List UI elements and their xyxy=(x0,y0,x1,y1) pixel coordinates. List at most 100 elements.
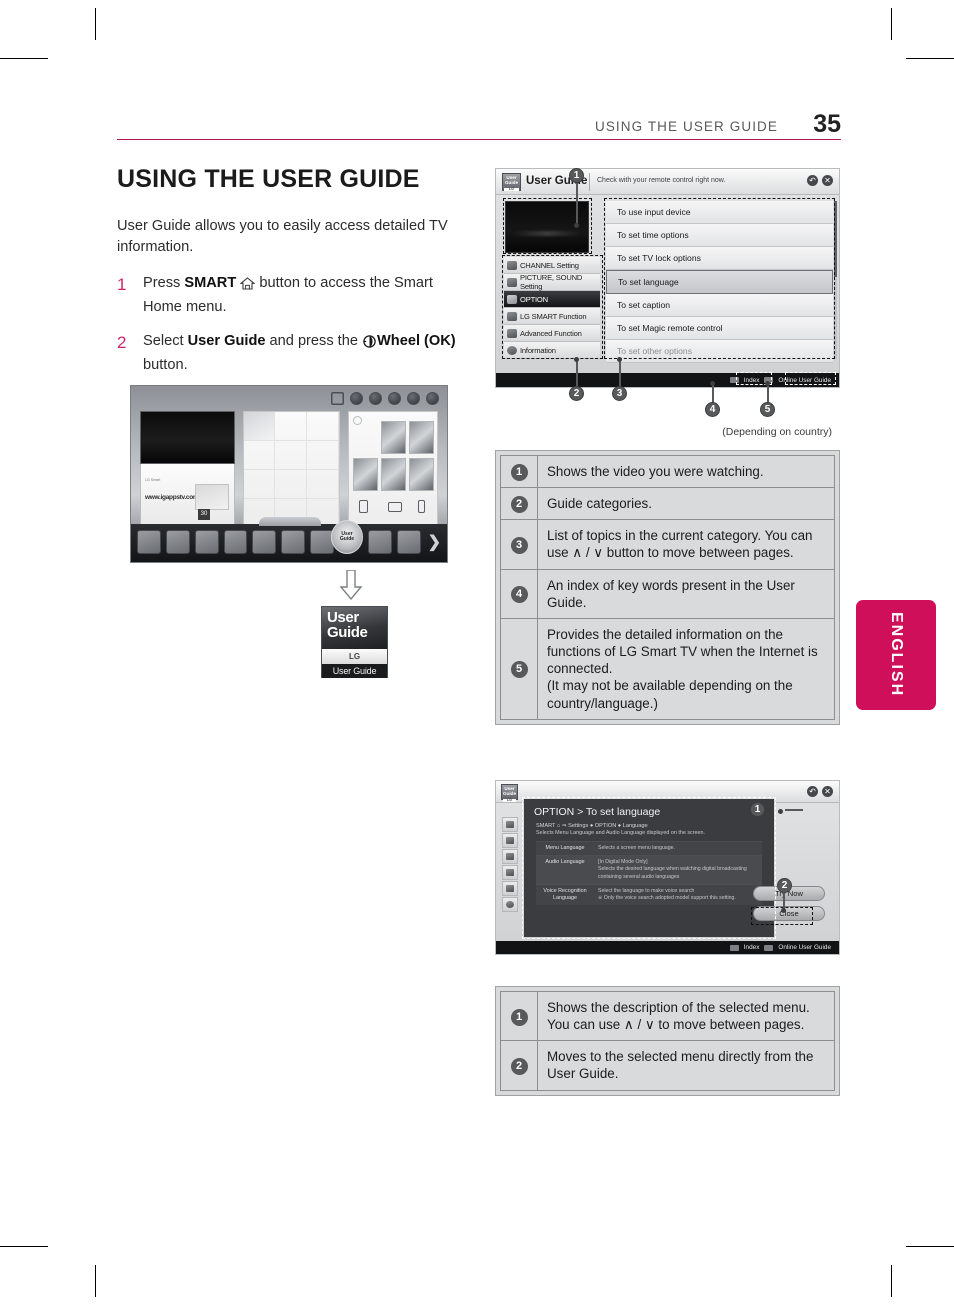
rail-item[interactable] xyxy=(502,897,518,912)
dock-next-arrow[interactable]: ❯ xyxy=(428,532,441,552)
dock-user-guide-app[interactable]: User Guide xyxy=(331,520,363,554)
promo-badge: 30 xyxy=(198,509,210,520)
leader-5 xyxy=(767,384,769,404)
smart-home-dock: ❯ User Guide xyxy=(131,517,447,562)
topic-item[interactable]: To set time options xyxy=(606,224,833,247)
tv-subtitle: Check with your remote control right now… xyxy=(597,177,726,184)
promo-text: www.igappstv.com xyxy=(145,494,199,501)
rail-item[interactable] xyxy=(502,817,518,832)
user-guide-tile[interactable]: User Guide LG User Guide xyxy=(321,606,388,678)
topic-item[interactable]: To set caption xyxy=(606,294,833,317)
tv-screenshot-2-wrapper: User Guide LG ↶ ✕ OPTION > To set langua… xyxy=(495,780,840,955)
satellite-icon xyxy=(506,821,514,828)
dock-apps: ❯ xyxy=(137,530,441,554)
legend-number-cell: 2 xyxy=(500,1040,538,1091)
step-1-bold: SMART xyxy=(184,275,237,292)
legend-row: 1 Shows the description of the selected … xyxy=(500,990,835,1042)
topic-item[interactable]: To use input device xyxy=(606,201,833,224)
leader-dot-3 xyxy=(617,357,622,362)
dock-app[interactable] xyxy=(194,530,219,554)
smart-home-panel-live: LG Smart www.igappstv.com 30 xyxy=(140,411,235,529)
footer-index-label[interactable]: Index xyxy=(744,944,760,951)
close-icon xyxy=(426,392,439,405)
legend-number: 1 xyxy=(510,1008,528,1026)
legend-text: List of topics in the current category. … xyxy=(537,519,835,570)
legend-number-cell: 2 xyxy=(500,487,538,521)
smart-tv-icon xyxy=(507,311,517,321)
dock-app[interactable] xyxy=(252,530,277,554)
legend-number: 5 xyxy=(510,661,528,679)
footer-online-guide-label[interactable]: Online User Guide xyxy=(778,944,831,951)
category-picture-sound-setting[interactable]: PICTURE, SOUND Setting xyxy=(504,273,600,291)
dock-app[interactable] xyxy=(396,530,421,554)
legend-row: 3 List of topics in the current category… xyxy=(500,519,835,570)
titlebar-divider xyxy=(589,173,590,191)
step-2-mid: and press the xyxy=(265,332,363,349)
dialog-table-value: Selects a screen menu language. xyxy=(594,840,762,856)
category-lg-smart-function[interactable]: LG SMART Function xyxy=(504,308,600,325)
leader-dot-d1 xyxy=(778,809,783,814)
intro-paragraph: User Guide allows you to easily access d… xyxy=(117,218,448,255)
leader-4 xyxy=(712,384,714,404)
leader-dot-4 xyxy=(710,381,715,386)
rail-item[interactable] xyxy=(502,865,518,880)
category-information[interactable]: Information xyxy=(504,342,600,359)
toolbox-icon xyxy=(506,885,514,892)
category-channel-setting[interactable]: CHANNEL Setting xyxy=(504,257,600,274)
rail-item[interactable] xyxy=(502,833,518,848)
callout-3: 3 xyxy=(612,386,627,401)
dock-app[interactable] xyxy=(223,530,248,554)
legend-number-cell: 5 xyxy=(500,617,538,720)
footer-online-guide-label[interactable]: Online User Guide xyxy=(778,377,831,384)
rail-item[interactable] xyxy=(502,849,518,864)
lg-logo: LG xyxy=(322,649,387,664)
dialog-table-row: Voice Recognition Language Select the la… xyxy=(536,883,762,906)
dock-handle[interactable] xyxy=(259,517,321,526)
smart-home-topbar xyxy=(331,392,439,405)
topic-item[interactable]: To set TV lock options xyxy=(606,247,833,270)
rail-item[interactable] xyxy=(502,881,518,896)
window-buttons: ↶ ✕ xyxy=(807,786,833,797)
callout-1: 1 xyxy=(569,168,584,183)
usb-icon xyxy=(417,500,425,514)
dialog-title: OPTION > To set language xyxy=(534,806,661,818)
category-option[interactable]: OPTION xyxy=(504,291,600,308)
user-guide-app-icon: User Guide LG xyxy=(502,173,521,192)
back-icon[interactable]: ↶ xyxy=(807,175,818,186)
index-key-icon xyxy=(729,944,739,951)
back-icon[interactable]: ↶ xyxy=(807,786,818,797)
legend-row: 1 Shows the video you were watching. xyxy=(500,454,835,489)
step-2-bold2: Wheel (OK) xyxy=(377,332,456,349)
legend-text: Shows the video you were watching. xyxy=(537,454,835,489)
category-advanced-function[interactable]: Advanced Function xyxy=(504,325,600,342)
smart-home-panels: LG Smart www.igappstv.com 30 xyxy=(140,411,438,529)
user-guide-app-icon: User Guide LG xyxy=(501,784,518,803)
smart-tv-icon xyxy=(506,869,514,876)
close-button[interactable]: Close xyxy=(753,906,825,921)
display-icon xyxy=(507,277,517,287)
callout-d2: 2 xyxy=(777,878,792,893)
legend-row: 2 Moves to the selected menu directly fr… xyxy=(500,1040,835,1091)
topic-list-scrollbar[interactable] xyxy=(834,201,837,359)
dock-app[interactable] xyxy=(165,530,190,554)
down-arrow-icon xyxy=(339,569,363,601)
step-2-bold1: User Guide xyxy=(187,332,266,349)
close-icon[interactable]: ✕ xyxy=(822,786,833,797)
legend-row: 2 Guide categories. xyxy=(500,487,835,521)
topic-item-selected[interactable]: To set language xyxy=(606,270,833,294)
dock-app[interactable] xyxy=(281,530,306,554)
app-icon-brand: LG xyxy=(504,187,519,192)
dock-app[interactable] xyxy=(367,530,392,554)
footer-index-label[interactable]: Index xyxy=(744,377,760,384)
dock-app[interactable] xyxy=(137,530,161,554)
edit-icon xyxy=(350,392,363,405)
tv-icon xyxy=(388,392,401,405)
leader-3 xyxy=(619,360,621,388)
info-icon xyxy=(507,345,517,355)
topic-item[interactable]: To set other options xyxy=(606,340,833,363)
left-column: USING THE USER GUIDE User Guide allows y… xyxy=(117,165,467,388)
tv2-category-rail xyxy=(502,817,518,913)
topic-item[interactable]: To set Magic remote control xyxy=(606,317,833,340)
close-icon[interactable]: ✕ xyxy=(822,175,833,186)
crop-mark-tl-h xyxy=(0,58,48,59)
